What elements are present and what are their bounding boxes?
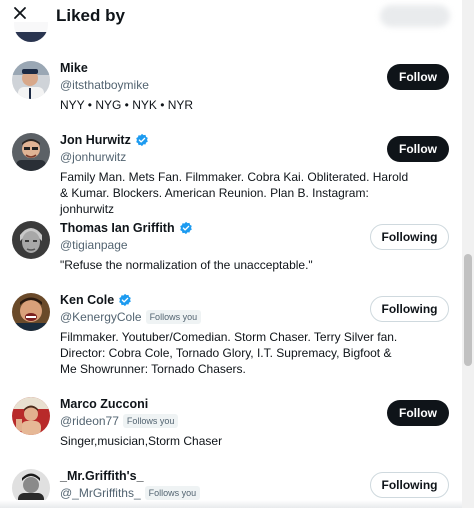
verified-badge-icon [118, 293, 132, 307]
user-handle-line: @rideon77 Follows you [60, 413, 179, 429]
follows-you-badge: Follows you [145, 310, 202, 324]
user-handle[interactable]: @rideon77 [60, 413, 119, 429]
user-bio: NYY • NYG • NYK • NYR [60, 98, 194, 112]
follows-you-badge: Follows you [122, 414, 179, 428]
follow-button[interactable]: Follow [387, 64, 449, 90]
user-handle-line: @jonhurwitz [60, 149, 126, 165]
avatar[interactable] [12, 397, 50, 435]
user-handle-line: @KenergyCole Follows you [60, 309, 202, 325]
scrollbar-thumb[interactable] [464, 254, 472, 366]
close-button[interactable] [8, 3, 32, 27]
user-name-line[interactable]: Marco Zucconi [60, 396, 148, 412]
user-name-line[interactable]: Thomas Ian Griffith [60, 220, 193, 236]
follows-you-badge: Follows you [144, 486, 201, 500]
user-handle[interactable]: @_MrGriffiths_ [60, 485, 141, 501]
user-bio: Filmmaker. Youtuber/Comedian. Storm Chas… [60, 330, 398, 376]
user-handle[interactable]: @tigianpage [60, 237, 128, 253]
user-handle[interactable]: @jonhurwitz [60, 149, 126, 165]
bottom-fade [0, 500, 462, 508]
header-blurred-control [380, 5, 450, 27]
user-name[interactable]: _Mr.Griffith's_ [60, 468, 144, 484]
verified-badge-icon [179, 221, 193, 235]
following-button[interactable]: Following [370, 296, 449, 322]
following-button[interactable]: Following [370, 472, 449, 498]
verified-badge-icon [135, 133, 149, 147]
user-name[interactable]: Ken Cole [60, 292, 114, 308]
user-name-line[interactable]: Ken Cole [60, 292, 132, 308]
user-bio: "Refuse the normalization of the unaccep… [60, 258, 313, 272]
user-name[interactable]: Thomas Ian Griffith [60, 220, 175, 236]
liked-by-list: Mike @itsthatboymike NYY • NYG • NYK • N… [0, 0, 462, 508]
avatar[interactable] [12, 61, 50, 99]
close-icon [12, 5, 28, 26]
user-name[interactable]: Marco Zucconi [60, 396, 148, 412]
avatar[interactable] [12, 133, 50, 171]
avatar[interactable] [12, 293, 50, 331]
user-handle-line: @_MrGriffiths_ Follows you [60, 485, 201, 501]
modal-title: Liked by [56, 6, 125, 25]
following-button[interactable]: Following [370, 224, 449, 250]
user-handle-line: @tigianpage [60, 237, 128, 253]
avatar[interactable] [12, 221, 50, 259]
user-name-line[interactable]: Mike [60, 60, 88, 76]
user-handle[interactable]: @itsthatboymike [60, 77, 149, 93]
user-name[interactable]: Jon Hurwitz [60, 132, 131, 148]
user-bio: Singer,musician,Storm Chaser [60, 434, 223, 448]
user-name-line[interactable]: Jon Hurwitz [60, 132, 149, 148]
follow-button[interactable]: Follow [387, 136, 449, 162]
modal-header: Liked by [0, 0, 462, 32]
user-handle-line: @itsthatboymike [60, 77, 149, 93]
user-bio: Family Man. Mets Fan. Filmmaker. Cobra K… [60, 170, 409, 216]
user-name-line[interactable]: _Mr.Griffith's_ [60, 468, 144, 484]
user-name[interactable]: Mike [60, 60, 88, 76]
follow-button[interactable]: Follow [387, 400, 449, 426]
scrollbar[interactable] [462, 0, 474, 508]
user-handle[interactable]: @KenergyCole [60, 309, 142, 325]
